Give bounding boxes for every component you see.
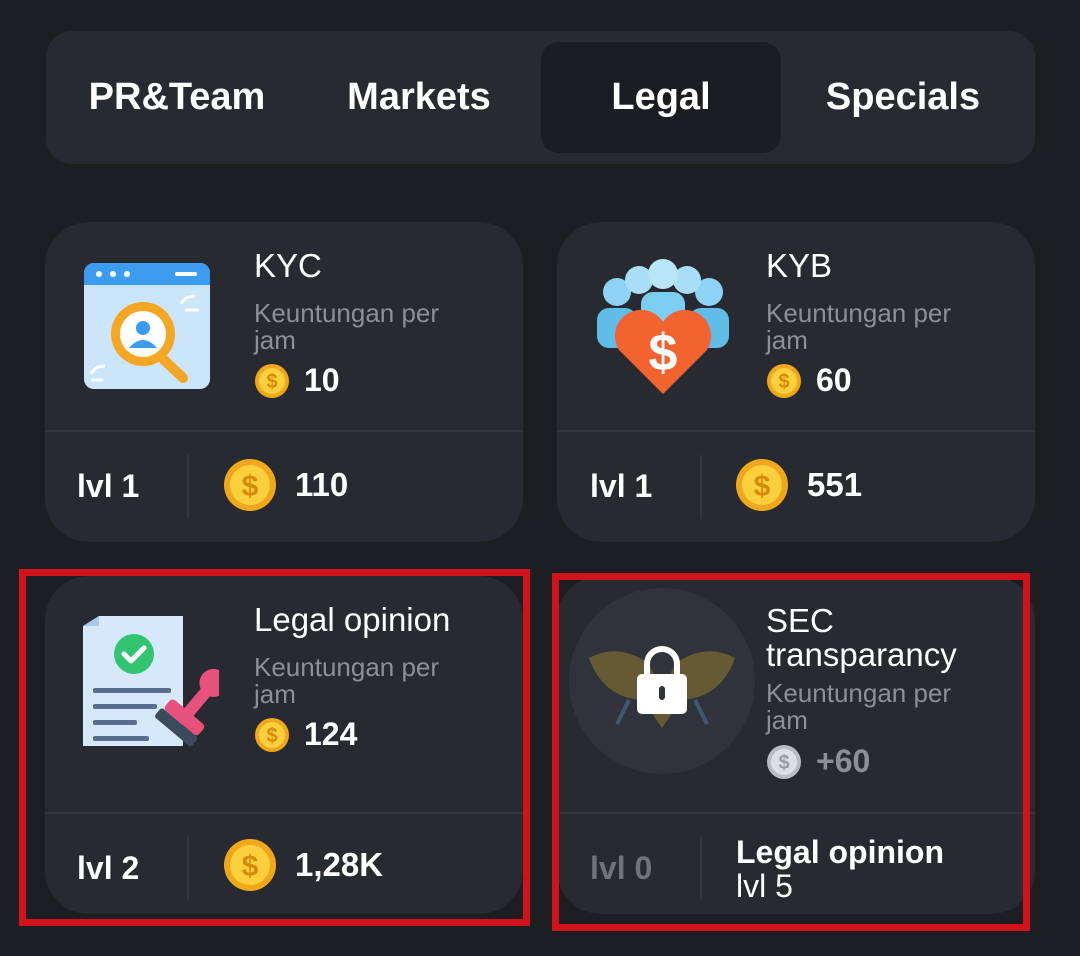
tab-markets[interactable]: Markets [299,42,539,153]
tab-pr-team[interactable]: PR&Team [57,42,297,153]
coin-icon: $ [255,717,289,752]
card-level: lvl 0 [590,850,653,886]
card-level: lvl 1 [77,468,140,504]
upgrade-price[interactable]: $ 551 [735,458,862,512]
category-tabs: PR&Team Markets Legal Specials [46,31,1035,164]
profit-rate: $ 10 [254,362,340,399]
tab-specials[interactable]: Specials [783,42,1023,153]
profit-rate: $ 60 [766,362,852,399]
card-title: KYB [766,247,833,284]
card-divider [45,812,523,814]
coin-icon: $ [255,363,289,398]
requirement-level: lvl 5 [736,868,793,904]
card-legal-opinion[interactable]: Legal opinion Keuntungan per jam $ 124 lv… [45,576,523,914]
svg-text:$: $ [754,470,771,503]
card-divider [557,430,1035,432]
requirement-title: Legal opinion [736,834,944,870]
coin-icon: $ [767,363,801,398]
card-vdivider [187,455,189,519]
svg-text:$: $ [778,752,789,774]
svg-text:$: $ [242,470,259,503]
card-kyc[interactable]: KYC Keuntungan per jam $ 10 lvl 1 $ 110 [45,222,523,542]
card-vdivider [700,836,702,900]
card-title: KYC [254,247,322,284]
kyc-search-icon [83,262,213,392]
profit-label: Keuntungan per jam [254,298,440,355]
card-level: lvl 1 [590,468,653,504]
card-title: SEC transparancy [766,602,957,673]
team-heart-dollar-icon: $ [593,258,733,398]
svg-text:$: $ [266,371,277,393]
svg-text:$: $ [778,371,789,393]
card-level: lvl 2 [77,850,140,886]
card-sec-transparancy[interactable]: SEC transparancy Keuntungan per jam $ +60 … [557,576,1035,914]
profit-label: Keuntungan per jam [766,678,952,735]
card-title: Legal opinion [254,601,451,638]
tab-legal[interactable]: Legal [541,42,781,153]
card-vdivider [700,455,702,519]
locked-seal-icon [569,588,755,774]
coin-icon: $ [224,459,276,511]
card-kyb[interactable]: $ KYB Keuntungan per jam $ 60 lvl 1 $ 551 [557,222,1035,542]
profit-rate: $ 124 [254,716,357,753]
svg-text:$: $ [242,850,259,883]
profit-label: Keuntungan per jam [766,298,952,355]
profit-label: Keuntungan per jam [254,652,440,709]
upgrade-price[interactable]: $ 110 [223,458,348,512]
coin-icon: $ [736,459,788,511]
upgrade-price[interactable]: $ 1,28K [223,838,383,892]
card-divider [45,430,523,432]
svg-text:$: $ [649,324,678,382]
profit-rate: $ +60 [766,743,870,780]
card-vdivider [187,836,189,900]
coin-icon: $ [224,839,276,891]
silver-coin-icon: $ [767,744,801,779]
card-divider [557,812,1035,814]
document-stamp-icon [79,612,228,752]
svg-text:$: $ [266,725,277,747]
